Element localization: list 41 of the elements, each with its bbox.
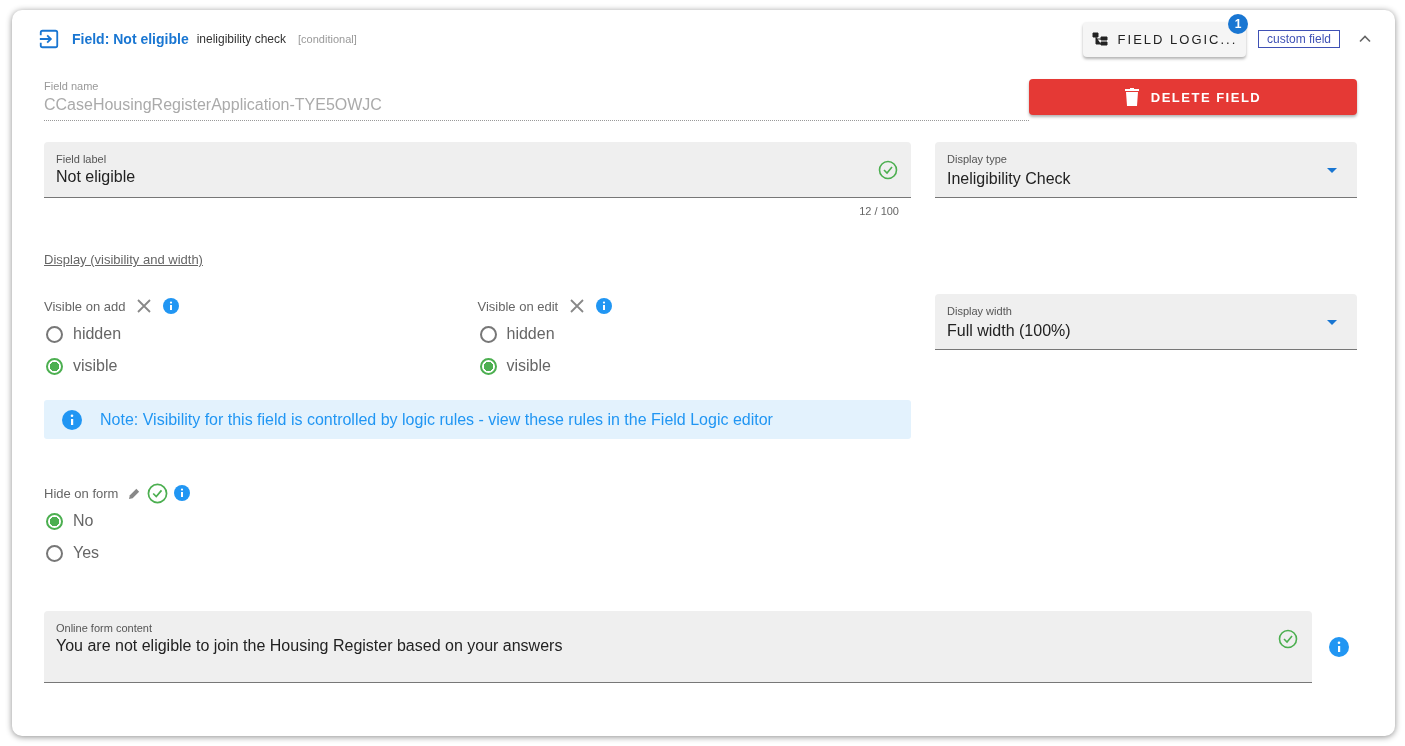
online-content-field[interactable]: Online form content You are not eligible to join the Housing Register based on your answers bbox=[44, 611, 1312, 683]
group-label: Visible on edit bbox=[477, 298, 559, 314]
dropdown-caret-icon bbox=[1327, 168, 1337, 173]
field-title: Field: Not eligible bbox=[72, 31, 189, 47]
radio-button[interactable] bbox=[46, 544, 63, 562]
hierarchy-icon bbox=[1091, 31, 1108, 47]
radio-option[interactable]: Yes bbox=[44, 537, 1357, 569]
radio-option[interactable]: visible bbox=[44, 350, 478, 382]
group-label: Hide on form bbox=[44, 485, 119, 501]
trash-icon bbox=[1124, 88, 1139, 106]
conditional-label: [conditional] bbox=[298, 33, 357, 45]
radio-option[interactable]: visible bbox=[477, 350, 911, 382]
custom-field-tag: custom field bbox=[1257, 30, 1340, 48]
radio-option[interactable]: No bbox=[44, 505, 1357, 537]
radio-button[interactable] bbox=[46, 512, 63, 530]
radio-button[interactable] bbox=[479, 325, 497, 343]
radio-button[interactable] bbox=[479, 357, 497, 375]
group-label: Visible on add bbox=[44, 298, 126, 314]
display-section-link[interactable]: Display (visibility and width) bbox=[44, 252, 203, 267]
info-icon[interactable] bbox=[596, 298, 613, 314]
radio-option[interactable]: hidden bbox=[44, 318, 478, 350]
delete-field-button[interactable]: DELETE FIELD bbox=[1029, 79, 1357, 115]
info-icon[interactable] bbox=[1329, 637, 1349, 657]
display-type-select[interactable]: Display type Ineligibility Check bbox=[935, 142, 1357, 198]
radio-button[interactable] bbox=[46, 357, 63, 375]
info-icon[interactable] bbox=[174, 485, 191, 501]
dropdown-caret-icon bbox=[1327, 320, 1337, 325]
count-badge: 1 bbox=[1227, 13, 1248, 34]
character-counter: 12 / 100 bbox=[858, 205, 900, 217]
close-icon[interactable] bbox=[137, 299, 152, 313]
pencil-icon[interactable] bbox=[128, 486, 142, 500]
display-width-select[interactable]: Display width Full width (100%) bbox=[935, 294, 1357, 350]
field-label-input[interactable]: Field label Not eligible bbox=[44, 142, 911, 198]
input-arrow-icon bbox=[38, 28, 60, 50]
note-text: Note: Visibility for this field is controlled by logic rules - view these rules in the Field Logic editor bbox=[100, 410, 773, 429]
radio-option[interactable]: hidden bbox=[477, 318, 911, 350]
info-icon[interactable] bbox=[163, 298, 180, 314]
info-icon bbox=[62, 409, 82, 430]
radio-button[interactable] bbox=[46, 325, 63, 343]
close-icon[interactable] bbox=[570, 299, 585, 313]
field-type: ineligibility check bbox=[196, 32, 287, 46]
